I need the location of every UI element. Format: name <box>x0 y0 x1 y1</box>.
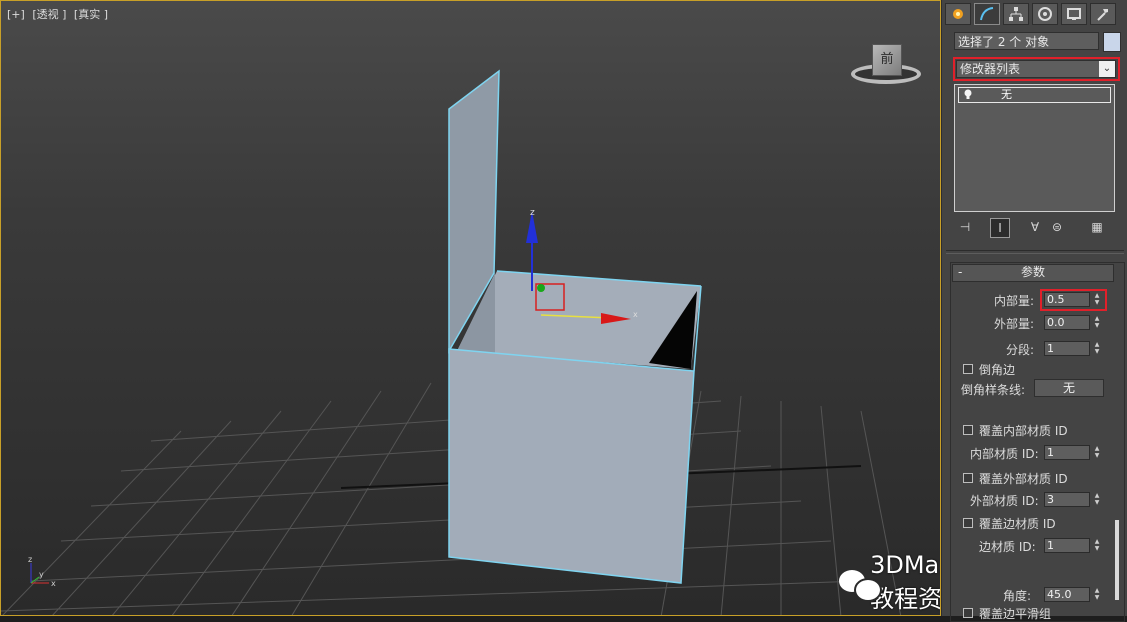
override-edge-id-label: 覆盖边材质 ID <box>979 517 1056 531</box>
stack-toolbar: ⊣ I ∀ ⊜ ▦ <box>956 218 1118 238</box>
modify-icon <box>980 7 994 21</box>
edge-id-label: 边材质 ID: <box>979 540 1036 554</box>
override-smooth-checkbox[interactable] <box>963 608 973 618</box>
stack-item-label: 无 <box>1001 88 1012 101</box>
box-object[interactable] <box>448 69 702 584</box>
segments-spinner[interactable]: 1 ▲ ▼ <box>1044 341 1102 356</box>
spinner-arrows-icon[interactable]: ▲ ▼ <box>1092 538 1102 553</box>
bevel-spline-label: 倒角样条线: <box>961 383 1026 397</box>
parameters-rollout-header[interactable]: - 参数 <box>952 264 1114 282</box>
rollout-title: 参数 <box>1020 265 1045 279</box>
panel-scrollbar[interactable] <box>1115 520 1119 600</box>
axis-x-label: x <box>51 579 56 588</box>
svg-text:x: x <box>633 310 638 319</box>
bevel-edge-label: 倒角边 <box>979 363 1016 377</box>
modify-tab[interactable] <box>974 3 1000 25</box>
modifier-list-dropdown[interactable]: 修改器列表 ⌄ <box>956 60 1116 78</box>
outer-amount-field[interactable]: 0.0 <box>1044 315 1090 330</box>
inner-amount-label: 内部量: <box>994 294 1035 308</box>
show-end-result-icon[interactable]: I <box>990 218 1010 238</box>
watermark: 3DMax教程资源 <box>839 551 941 614</box>
watermark-text: 3DMax教程资源 <box>870 551 941 613</box>
outer-amount-spinner[interactable]: 0.0 ▲ ▼ <box>1044 315 1102 330</box>
svg-text:z: z <box>530 208 535 218</box>
object-name-field[interactable]: 选择了 2 个 对象 <box>954 32 1099 50</box>
outer-id-label: 外部材质 ID: <box>970 494 1039 508</box>
bevel-spline-button[interactable]: 无 <box>1034 379 1104 397</box>
spinner-arrows-icon[interactable]: ▲ ▼ <box>1092 587 1102 602</box>
override-inner-id-label: 覆盖内部材质 ID <box>979 424 1068 438</box>
command-panel-tabs <box>945 3 1119 25</box>
inner-amount-field[interactable]: 0.5 <box>1044 292 1090 307</box>
viewcube[interactable]: 前 <box>849 36 925 96</box>
inner-id-spinner[interactable]: 1 ▲ ▼ <box>1044 445 1102 460</box>
outer-id-spinner[interactable]: 3 ▲ ▼ <box>1044 492 1102 507</box>
command-panel: 选择了 2 个 对象 修改器列表 ⌄ 无 ⊣ I ∀ ⊜ ▦ - 参数 内部量:… <box>941 0 1127 622</box>
viewcube-face[interactable]: 前 <box>872 44 902 76</box>
outer-amount-label: 外部量: <box>994 317 1035 331</box>
spinner-arrows-icon[interactable]: ▲ ▼ <box>1092 445 1102 460</box>
display-tab[interactable] <box>1061 3 1087 25</box>
stack-item[interactable]: 无 <box>958 87 1111 103</box>
angle-label: 角度: <box>1003 589 1032 603</box>
utilities-icon <box>1097 9 1108 21</box>
axis-y-label: y <box>39 570 44 579</box>
modifier-stack[interactable]: 无 <box>954 84 1115 212</box>
angle-field[interactable]: 45.0 <box>1044 587 1090 602</box>
collapse-icon: - <box>958 265 963 279</box>
perspective-viewport[interactable]: [+] [透视 ] [真实 ] z x 前 z x y 3DMa 教程资 <box>0 0 941 616</box>
wechat-icon <box>839 568 882 602</box>
angle-spinner[interactable]: 45.0 ▲ ▼ <box>1044 587 1102 602</box>
modifier-list-label: 修改器列表 <box>960 62 1021 76</box>
inner-amount-spinner[interactable]: 0.5 ▲ ▼ <box>1044 292 1102 307</box>
axis-tripod: z x y <box>28 555 56 588</box>
bevel-edge-checkbox[interactable] <box>963 364 973 374</box>
inner-id-field[interactable]: 1 <box>1044 445 1090 460</box>
object-color-swatch[interactable] <box>1103 32 1121 52</box>
axis-z-label: z <box>28 555 32 564</box>
spinner-arrows-icon[interactable]: ▲ ▼ <box>1092 292 1102 307</box>
override-smooth-label: 覆盖边平滑组 <box>979 607 1052 621</box>
segments-label: 分段: <box>1006 343 1035 357</box>
edge-id-field[interactable]: 1 <box>1044 538 1090 553</box>
motion-icon <box>1038 7 1052 21</box>
hierarchy-tab[interactable] <box>1003 3 1029 25</box>
display-icon <box>1067 8 1081 20</box>
divider <box>946 250 1124 254</box>
override-edge-id-checkbox[interactable] <box>963 518 973 528</box>
lightbulb-icon[interactable] <box>964 89 972 100</box>
utilities-tab[interactable] <box>1090 3 1116 25</box>
spinner-arrows-icon[interactable]: ▲ ▼ <box>1092 315 1102 330</box>
segments-field[interactable]: 1 <box>1044 341 1090 356</box>
edge-id-spinner[interactable]: 1 ▲ ▼ <box>1044 538 1102 553</box>
outer-id-field[interactable]: 3 <box>1044 492 1090 507</box>
spinner-arrows-icon[interactable]: ▲ ▼ <box>1092 341 1102 356</box>
make-unique-icon[interactable]: ∀ <box>1026 218 1044 236</box>
configure-sets-icon[interactable]: ▦ <box>1088 218 1106 236</box>
motion-tab[interactable] <box>1032 3 1058 25</box>
override-inner-id-checkbox[interactable] <box>963 425 973 435</box>
inner-id-label: 内部材质 ID: <box>970 447 1039 461</box>
override-outer-id-checkbox[interactable] <box>963 473 973 483</box>
scene-canvas: z x <box>1 69 902 615</box>
override-outer-id-label: 覆盖外部材质 ID <box>979 472 1068 486</box>
remove-modifier-icon[interactable]: ⊜ <box>1048 218 1066 236</box>
hierarchy-icon <box>1009 7 1023 21</box>
chevron-down-icon[interactable]: ⌄ <box>1099 61 1115 77</box>
create-tab[interactable] <box>945 3 971 25</box>
create-icon <box>953 9 963 19</box>
pin-stack-icon[interactable]: ⊣ <box>956 218 974 236</box>
spinner-arrows-icon[interactable]: ▲ ▼ <box>1092 492 1102 507</box>
